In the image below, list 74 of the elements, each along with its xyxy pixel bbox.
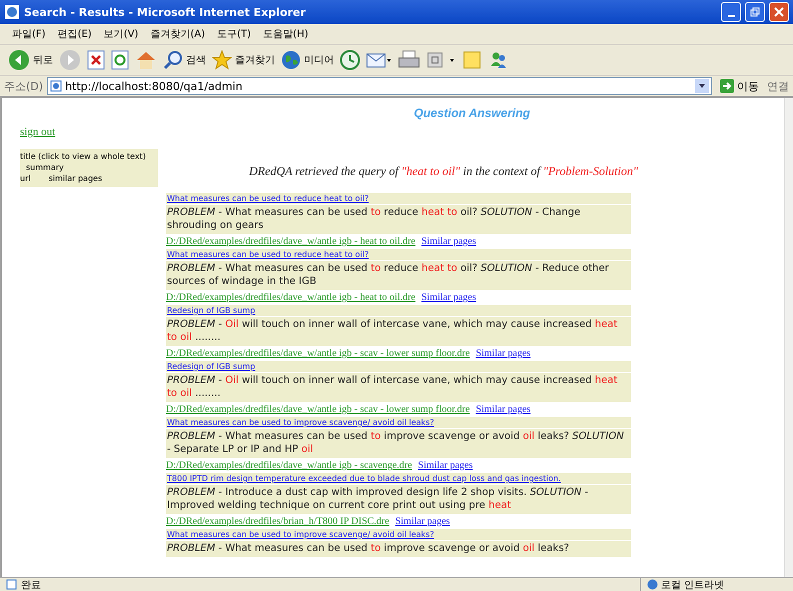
query-sentence: DRedQA retrieved the query of "heat to oil" in the context of "Problem-Solution" [249,164,638,179]
result-url-link[interactable]: D:/DRed/examples/dredfiles/dave_w/antle igb - scavenge.dre [166,460,412,471]
toolbar-button[interactable]: 뒤로 [8,47,53,73]
menu-item[interactable]: 파일(F) [12,27,46,41]
menu-item[interactable]: 도움말(H) [262,27,308,41]
result-url-link[interactable]: D:/DRed/examples/dredfiles/dave_w/antle igb - scav - lower sump floor.dre [166,404,470,415]
similar-pages-link[interactable]: Similar pages [421,292,476,303]
home-icon [135,50,157,70]
result-summary: PROBLEM - What measures can be used to improve scavenge or avoid oil leaks? [166,541,631,557]
result-title-link[interactable]: T800 IPTD rim design temperature exceeded due to blade shroud dust cap loss and gas ingestion. [166,473,631,484]
result-title-link[interactable]: Redesign of IGB sump [166,305,631,316]
toolbar-button[interactable] [340,47,360,73]
menu-item[interactable]: 도구(T) [217,27,251,41]
page-heading: Question Answering [412,106,532,120]
printer-icon [398,50,420,70]
address-label: 주소(D) [4,78,44,94]
toolbar-button[interactable]: 검색 [163,47,206,73]
result-summary: PROBLEM - What measures can be used to improve scavenge or avoid oil leaks? SOLUTION - Separate LP or IP and HP oil [166,429,631,458]
status-text: 완료 [21,578,42,591]
sign-out-link[interactable]: sign out [20,126,56,138]
star-icon [212,50,232,70]
legend-text: summary [25,162,65,173]
toolbar-button[interactable]: 미디어 [281,47,334,73]
refresh-icon [111,50,129,70]
similar-pages-link[interactable]: Similar pages [421,236,476,247]
similar-pages-link[interactable]: Similar pages [395,516,450,527]
legend-text: similar pages [48,173,102,184]
result-url-link[interactable]: D:/DRed/examples/dredfiles/dave_w/antle igb - heat to oil.dre [166,236,416,247]
result-title-link[interactable]: What measures can be used to reduce heat to oil? [166,193,631,204]
legend-text: url [20,173,31,184]
result-summary: PROBLEM - Oil will touch on inner wall of intercase vane, which may cause increased heat to oil ........ [166,317,631,346]
note-icon [462,50,482,70]
similar-pages-link[interactable]: Similar pages [476,348,531,359]
result-summary: PROBLEM - What measures can be used to reduce heat to oil? SOLUTION - Reduce other sources of windage in the IGB [166,261,631,290]
dropdown-icon [695,79,709,93]
result-title-link[interactable]: What measures can be used to reduce heat to oil? [166,249,631,260]
result-url-link[interactable]: D:/DRed/examples/dredfiles/brian_h/T800 IP DISC.dre [166,516,390,527]
similar-pages-link[interactable]: Similar pages [476,404,531,415]
globe-icon [281,50,301,70]
menu-item[interactable]: 편집(E) [58,27,92,41]
minimize-button[interactable] [721,2,741,22]
globe-icon [647,579,658,590]
legend-text: title (click to view a whole text) [20,151,147,162]
people-icon [488,50,508,70]
address-field[interactable]: http://localhost:8080/qa1/admin [47,77,712,95]
toolbar-button[interactable]: 즐겨찾기 [212,47,275,73]
links-label[interactable]: 연결 [767,78,789,94]
result-summary: PROBLEM - Introduce a dust cap with improved design life 2 shop visits. SOLUTION - Improved welding technique on current core print out using pre heat [166,485,631,514]
result-summary: PROBLEM - Oil will touch on inner wall of intercase vane, which may cause increased heat to oil ........ [166,373,631,402]
scrollbar[interactable] [784,98,793,577]
result-title-link[interactable]: Redesign of IGB sump [166,361,631,372]
result-url-link[interactable]: D:/DRed/examples/dredfiles/dave_w/antle igb - scav - lower sump floor.dre [166,348,470,359]
browser-icon [4,4,20,20]
result-summary: PROBLEM - What measures can be used to reduce heat to oil? SOLUTION - Change shrouding on gears [166,205,631,234]
restore-button[interactable] [745,2,765,22]
menu-item[interactable]: 보기(V) [104,27,138,41]
result-title-link[interactable]: What measures can be used to improve scavenge/ avoid oil leaks? [166,417,631,428]
result-title-link[interactable]: What measures can be used to improve scavenge/ avoid oil leaks? [166,529,631,540]
restore-icon [750,7,760,17]
close-button[interactable] [769,2,789,22]
clock-icon [340,50,360,70]
zone-indicator: 로컬 인트라넷 [640,578,787,591]
go-button[interactable]: 이동 [716,78,763,94]
minimize-icon [728,14,734,16]
result-url-link[interactable]: D:/DRed/examples/dredfiles/dave_w/antle igb - heat to oil.dre [166,292,416,303]
menu-item[interactable]: 즐겨찾기(A) [150,27,205,41]
search-icon [163,50,183,70]
page-icon [50,80,62,92]
stop-icon [87,50,105,70]
window-title: Search - Results - Microsoft Internet Explorer [24,6,307,18]
arrow-icon [720,79,734,93]
similar-pages-link[interactable]: Similar pages [418,460,473,471]
page-icon [6,579,17,590]
close-icon [774,7,784,17]
